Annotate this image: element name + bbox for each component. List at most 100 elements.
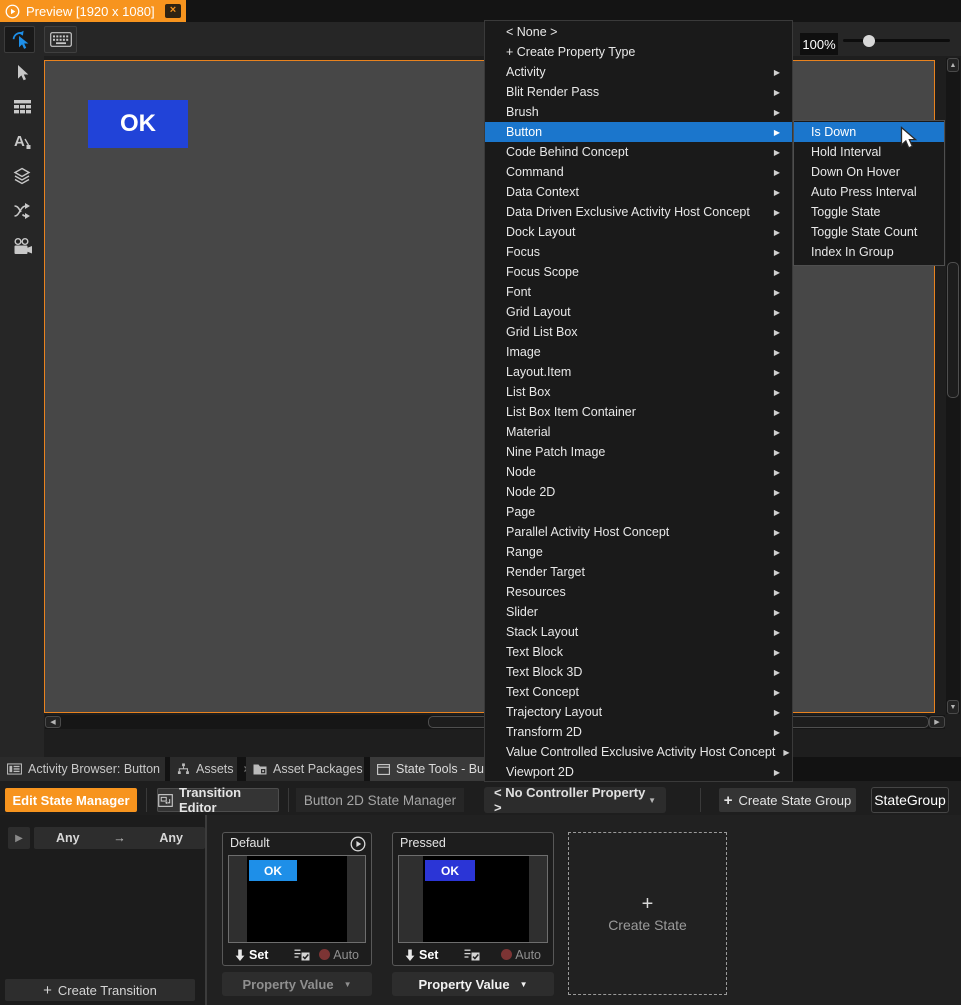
close-icon[interactable]: × <box>165 4 181 18</box>
scroll-up-icon[interactable]: ▲ <box>947 58 959 72</box>
menu-item[interactable]: Range ▶ <box>485 542 792 562</box>
set-button[interactable]: Set <box>249 948 268 962</box>
submenu-arrow-icon: ▶ <box>766 288 780 297</box>
submenu-item[interactable]: Toggle State <box>794 202 944 222</box>
submenu-item[interactable]: Index In Group <box>794 242 944 262</box>
create-transition-label: Create Transition <box>58 983 157 998</box>
auto-toggle[interactable]: Auto <box>501 948 541 962</box>
create-state-button[interactable]: + Create State <box>568 832 727 995</box>
table-view-button[interactable] <box>11 96 33 118</box>
menu-item[interactable]: Focus Scope ▶ <box>485 262 792 282</box>
menu-item[interactable]: Grid Layout ▶ <box>485 302 792 322</box>
menu-item[interactable]: List Box Item Container ▶ <box>485 402 792 422</box>
menu-item[interactable]: Material ▶ <box>485 422 792 442</box>
submenu-item[interactable]: Hold Interval <box>794 142 944 162</box>
set-arrow-icon[interactable] <box>235 949 245 961</box>
menu-item[interactable]: Parallel Activity Host Concept ▶ <box>485 522 792 542</box>
scroll-right-icon[interactable]: ▶ <box>929 716 945 728</box>
menu-item[interactable]: Slider ▶ <box>485 602 792 622</box>
vertical-scrollbar-thumb[interactable] <box>947 262 959 398</box>
menu-item[interactable]: Focus ▶ <box>485 242 792 262</box>
menu-item[interactable]: Node ▶ <box>485 462 792 482</box>
tab-activity-browser[interactable]: Activity Browser: Button × <box>0 757 165 781</box>
menu-item[interactable]: Button ▶ <box>485 122 792 142</box>
menu-item[interactable]: Brush ▶ <box>485 102 792 122</box>
menu-item[interactable]: Text Block 3D ▶ <box>485 662 792 682</box>
scroll-left-icon[interactable]: ◀ <box>45 716 61 728</box>
preview-window-tab[interactable]: Preview [1920 x 1080] × <box>0 0 186 22</box>
menu-item[interactable]: Dock Layout ▶ <box>485 222 792 242</box>
menu-item[interactable]: Node 2D ▶ <box>485 482 792 502</box>
vertical-scrollbar[interactable]: ▲ ▼ <box>946 58 960 714</box>
chevron-down-icon: ▼ <box>520 980 528 989</box>
menu-item[interactable]: Activity ▶ <box>485 62 792 82</box>
menu-item[interactable]: Value Controlled Exclusive Activity Host… <box>485 742 792 762</box>
menu-item[interactable]: Text Concept ▶ <box>485 682 792 702</box>
create-state-group-button[interactable]: + Create State Group <box>719 788 856 812</box>
menu-item[interactable]: Data Driven Exclusive Activity Host Conc… <box>485 202 792 222</box>
menu-item[interactable]: Viewport 2D ▶ <box>485 762 792 782</box>
menu-item[interactable]: + Create Property Type <box>485 42 792 62</box>
submenu-item[interactable]: Auto Press Interval <box>794 182 944 202</box>
transition-editor-label: Transition Editor <box>179 785 278 815</box>
play-transition-icon[interactable]: ▶ <box>8 827 30 849</box>
submenu-item[interactable]: Is Down <box>794 122 944 142</box>
state-card-pressed[interactable]: Pressed OK Set Auto <box>392 832 554 966</box>
menu-item[interactable]: Page ▶ <box>485 502 792 522</box>
controller-property-dropdown[interactable]: < No Controller Property > ▼ <box>484 787 666 813</box>
text-tool-button[interactable]: A <box>11 130 33 152</box>
interact-mode-button[interactable] <box>4 26 35 53</box>
menu-item[interactable]: Stack Layout ▶ <box>485 622 792 642</box>
submenu-item[interactable]: Down On Hover <box>794 162 944 182</box>
property-value-dropdown-default[interactable]: Property Value ▼ <box>222 972 372 996</box>
menu-item[interactable]: Render Target ▶ <box>485 562 792 582</box>
menu-item[interactable]: List Box ▶ <box>485 382 792 402</box>
tab-asset-packages[interactable]: Asset Packages × <box>246 757 364 781</box>
scroll-down-icon[interactable]: ▼ <box>947 700 959 714</box>
transition-editor-button[interactable]: Transition Editor <box>157 788 279 812</box>
menu-item[interactable]: Trajectory Layout ▶ <box>485 702 792 722</box>
virtual-keyboard-button[interactable] <box>44 26 77 53</box>
menu-item[interactable]: Resources ▶ <box>485 582 792 602</box>
branch-tool-button[interactable] <box>11 200 33 222</box>
property-list-icon[interactable] <box>294 948 310 962</box>
menu-item[interactable]: Image ▶ <box>485 342 792 362</box>
camera-icon[interactable] <box>11 235 33 257</box>
tab-assets[interactable]: Assets × <box>170 757 237 781</box>
property-list-icon[interactable] <box>464 948 480 962</box>
assets-icon <box>177 763 190 775</box>
layers-icon[interactable] <box>11 165 33 187</box>
set-arrow-icon[interactable] <box>405 949 415 961</box>
menu-item[interactable]: Font ▶ <box>485 282 792 302</box>
menu-item[interactable]: Nine Patch Image ▶ <box>485 442 792 462</box>
tab-label: Activity Browser: Button <box>28 762 160 776</box>
edit-state-manager-button[interactable]: Edit State Manager <box>5 788 137 812</box>
mouse-cursor <box>897 126 920 151</box>
select-tool-button[interactable] <box>11 62 33 84</box>
menu-item[interactable]: Grid List Box ▶ <box>485 322 792 342</box>
menu-item[interactable]: Transform 2D ▶ <box>485 722 792 742</box>
set-button[interactable]: Set <box>419 948 438 962</box>
menu-item[interactable]: < None > <box>485 22 792 42</box>
menu-item[interactable]: Data Context ▶ <box>485 182 792 202</box>
menu-item[interactable]: Command ▶ <box>485 162 792 182</box>
divider <box>205 815 207 1005</box>
create-transition-button[interactable]: + Create Transition <box>5 979 195 1001</box>
menu-item[interactable]: Blit Render Pass ▶ <box>485 82 792 102</box>
preview-ok-button[interactable]: OK <box>88 100 188 148</box>
menu-item[interactable]: Layout.Item ▶ <box>485 362 792 382</box>
svg-text:A: A <box>14 133 25 150</box>
submenu-item[interactable]: Toggle State Count <box>794 222 944 242</box>
auto-toggle[interactable]: Auto <box>319 948 359 962</box>
menu-item[interactable]: Text Block ▶ <box>485 642 792 662</box>
submenu-arrow-icon: ▶ <box>766 528 780 537</box>
menu-item[interactable]: Code Behind Concept ▶ <box>485 142 792 162</box>
state-card-default[interactable]: Default OK Set Auto <box>222 832 372 966</box>
preview-state-play-icon[interactable] <box>350 836 366 852</box>
state-group-name-field[interactable]: StateGroup <box>871 787 949 813</box>
zoom-slider-track[interactable] <box>843 39 950 42</box>
property-value-dropdown-pressed[interactable]: Property Value ▼ <box>392 972 554 996</box>
zoom-slider-thumb[interactable] <box>863 35 875 47</box>
transition-any-any[interactable]: Any → Any <box>34 827 205 849</box>
divider <box>146 788 147 812</box>
